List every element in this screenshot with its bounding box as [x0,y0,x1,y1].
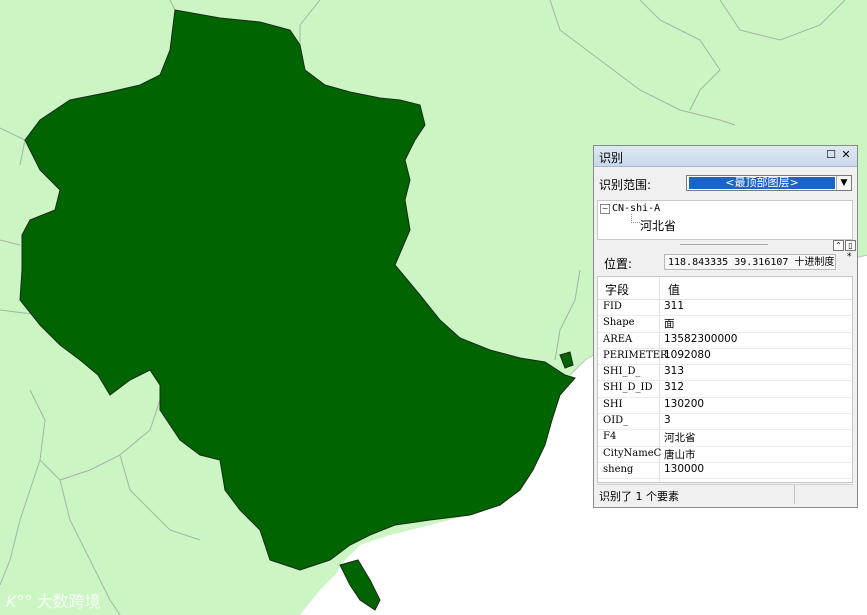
brand-logo-icon: K°° [6,592,33,611]
field-column-header[interactable]: 字段 [605,281,629,298]
chat-bubble-icon [725,568,749,585]
field-name-cell: SHI_D_ [603,366,641,378]
field-value-cell: 唐山市 [664,448,696,461]
field-name-cell: sheng [603,463,634,475]
table-row[interactable]: SHI_D_ 313 [598,365,852,382]
field-name-cell: PERIMETER [603,349,668,361]
field-name-cell: AREA [603,333,633,345]
window-title: 识别 [599,151,624,165]
panel-splitter[interactable]: ⌃ ▯ [594,240,857,251]
tree-connector [631,214,640,223]
field-value-cell: 面 [664,318,675,331]
scope-label: 识别范围: [599,178,652,192]
identify-window: 识别 ☐ ✕ 识别范围: <最顶部图层> ▼ − CN-shi-A 河北省 ⌃ … [593,145,858,508]
table-row[interactable]: CityNameC 唐山市 [598,447,852,463]
field-name-cell: Shape [603,317,635,329]
maximize-icon[interactable]: ☐ [825,149,837,161]
location-label: 位置: [604,257,633,271]
watermark-right: GIS前沿 [725,565,809,586]
collapse-icon[interactable]: − [600,204,610,214]
field-value-cell: 3 [664,414,671,427]
scope-selected-value: <最顶部图层> [689,177,835,189]
tree-layer-node[interactable]: CN-shi-A [612,203,660,214]
status-divider [794,485,795,504]
field-name-cell: F4 [603,431,617,443]
table-row[interactable]: F4 河北省 [598,430,852,447]
field-value-cell: 13582300000 [664,332,738,345]
status-bar: 识别了 1 个要素 [597,484,853,505]
table-row[interactable]: OID_ 3 [598,414,852,431]
field-value-cell: 313 [664,365,685,378]
splitter-grip[interactable] [680,244,768,245]
watermark-left: K°° 大数跨境 [6,588,101,612]
attribute-table: 字段 值 FID 311 Shape 面 AREA 13582300000 PERIMETE… [597,276,853,483]
field-value-cell: 河北省 [664,432,696,445]
table-row[interactable]: SHI 130200 [598,397,852,415]
field-value-cell: 312 [664,381,685,394]
value-column-header[interactable]: 值 [668,281,680,298]
field-name-cell: CityNameC [603,447,662,459]
watermark-right-text: GIS前沿 [753,567,809,585]
table-row[interactable]: PERIMETER 1092080 [598,348,852,366]
field-value-cell: 311 [664,300,685,312]
identify-titlebar[interactable]: 识别 ☐ ✕ [594,146,857,167]
identify-scope-row: 识别范围: <最顶部图层> ▼ [594,170,857,194]
pane-toggle-icon[interactable]: ▯ [845,240,856,251]
status-text: 识别了 1 个要素 [599,490,679,503]
location-value: 118.843335 39.316107 十进制度 [664,254,836,270]
field-value-cell: 1092080 [664,348,711,361]
table-row[interactable]: FID 311 [598,300,852,317]
expand-up-icon[interactable]: ⌃ [833,240,844,251]
field-name-cell: SHI_D_ID [603,382,653,394]
tree-feature-node[interactable]: 河北省 [640,217,676,234]
units-menu-icon[interactable]: * [847,252,852,262]
table-row[interactable]: sheng 130000 [598,462,852,480]
scope-dropdown[interactable]: <最顶部图层> ▼ [686,175,852,191]
location-row: 位置: 118.843335 39.316107 十进制度 * [594,252,857,272]
chevron-down-icon[interactable]: ▼ [836,176,851,190]
identify-tree: − CN-shi-A 河北省 [597,200,853,240]
field-name-cell: SHI [603,398,623,410]
table-row[interactable]: SHI_D_ID 312 [598,381,852,398]
field-value-cell: 130200 [664,397,705,410]
table-row[interactable]: AREA 13582300000 [598,333,852,349]
close-icon[interactable]: ✕ [840,149,852,161]
table-row[interactable]: Shape 面 [598,316,852,333]
field-name-cell: FID [603,301,622,312]
watermark-left-text: 大数跨境 [36,592,101,611]
field-value-cell: 130000 [664,462,705,475]
attribute-table-header: 字段 值 [598,277,852,300]
field-name-cell: OID_ [603,415,629,427]
